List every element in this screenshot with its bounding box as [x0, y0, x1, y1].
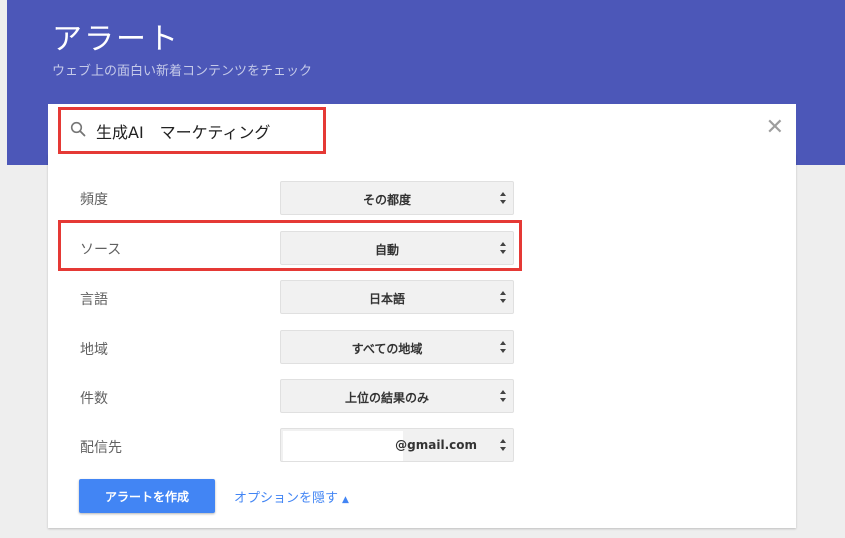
count-label: 件数: [80, 391, 108, 407]
source-highlight-box: [58, 220, 522, 271]
deliver-to-label: 配信先: [80, 440, 122, 456]
close-icon[interactable]: ✕: [766, 117, 784, 139]
region-value: すべての地域: [351, 342, 423, 356]
region-select[interactable]: すべての地域: [280, 330, 514, 364]
region-label: 地域: [80, 342, 108, 358]
select-arrows-icon: [500, 439, 506, 451]
deliver-to-select[interactable]: @gmail.com: [280, 428, 514, 462]
page-subtitle: ウェブ上の面白い新着コンテンツをチェック: [52, 64, 313, 79]
select-arrows-icon: [500, 192, 506, 204]
select-arrows-icon: [500, 291, 506, 303]
deliver-to-value: @gmail.com: [395, 438, 477, 452]
create-alert-button[interactable]: アラートを作成: [79, 479, 215, 513]
frequency-select[interactable]: その都度: [280, 181, 514, 215]
frequency-value: その都度: [362, 193, 411, 207]
count-value: 上位の結果のみ: [344, 391, 429, 405]
frequency-label: 頻度: [80, 192, 108, 208]
hide-options-link[interactable]: オプションを隠す ▲: [234, 487, 349, 506]
triangle-up-icon: ▲: [342, 495, 349, 505]
page-title: アラート: [52, 22, 180, 57]
language-value: 日本語: [368, 292, 405, 306]
select-arrows-icon: [500, 341, 506, 353]
select-arrows-icon: [500, 390, 506, 402]
language-label: 言語: [80, 292, 108, 308]
search-highlight-box: [58, 107, 326, 154]
language-select[interactable]: 日本語: [280, 280, 514, 314]
count-select[interactable]: 上位の結果のみ: [280, 379, 514, 413]
hide-options-label: オプションを隠す: [234, 491, 339, 506]
